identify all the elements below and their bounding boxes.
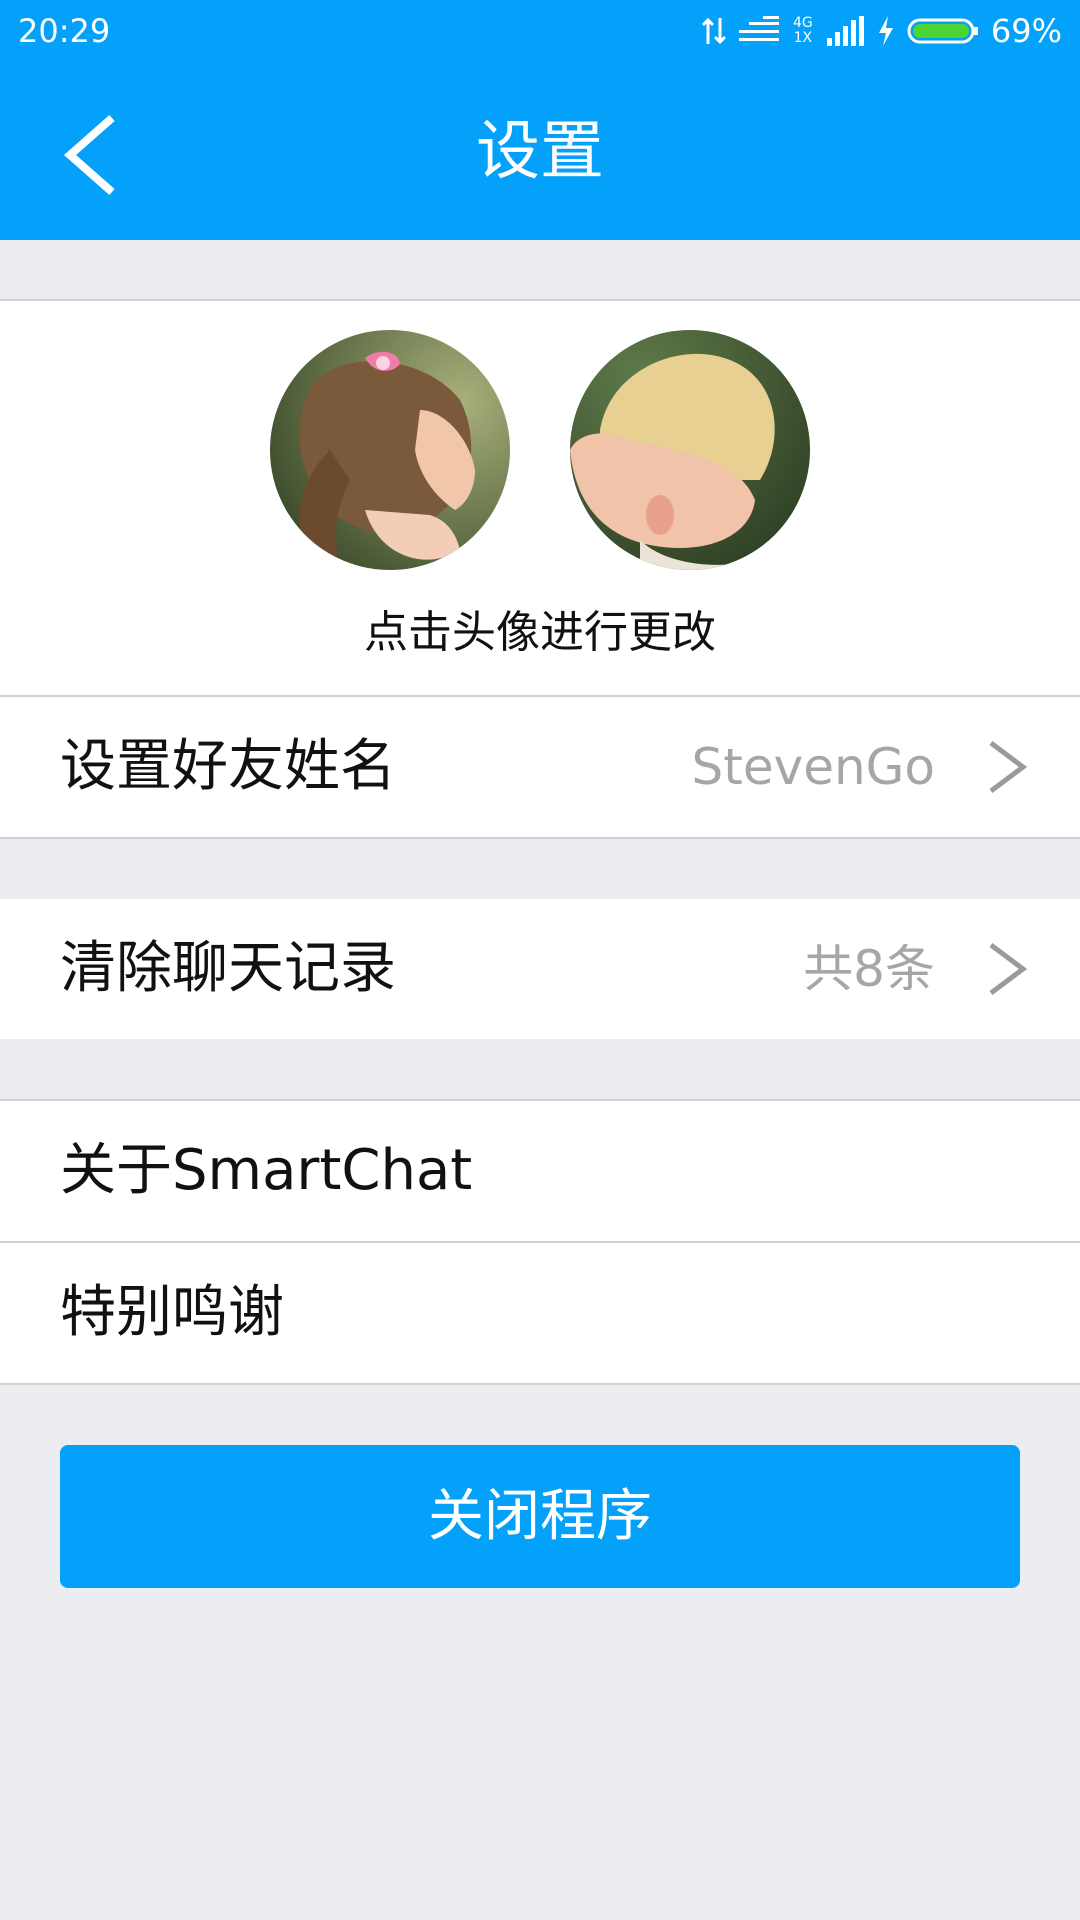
battery-percent: 69% — [990, 12, 1062, 50]
page-title: 设置 — [476, 115, 604, 189]
network-type-label: 4G 1X — [792, 15, 813, 46]
app-bar: 设置 — [0, 62, 1080, 240]
set-friend-name-row[interactable]: 设置好友姓名 StevenGo — [0, 697, 1080, 837]
charging-bolt-icon — [878, 16, 893, 46]
avatar-hint: 点击头像进行更改 — [364, 607, 716, 658]
battery-icon — [907, 18, 978, 44]
about-row[interactable]: 关于SmartChat — [0, 1101, 1080, 1241]
avatar-boy[interactable] — [570, 330, 810, 570]
avatar-boy-image — [570, 330, 810, 570]
divider — [0, 1383, 1080, 1385]
chat-history-count: 共8条 — [803, 940, 935, 998]
close-app-button[interactable]: 关闭程序 — [60, 1445, 1020, 1588]
status-bar: 20:29 4G 1X 69% — [0, 0, 1080, 62]
data-transfer-icon — [701, 17, 726, 45]
signal-1x-icon — [738, 16, 779, 41]
friend-name-value: StevenGo — [691, 738, 935, 796]
clear-chat-history-label: 清除聊天记录 — [60, 936, 396, 1001]
divider — [0, 837, 1080, 839]
special-thanks-row[interactable]: 特别鸣谢 — [0, 1243, 1080, 1383]
avatar-girl[interactable] — [270, 330, 510, 570]
avatar-girl-image — [270, 330, 510, 570]
chevron-right-icon — [989, 741, 1028, 793]
about-label: 关于SmartChat — [60, 1138, 473, 1203]
status-time: 20:29 — [18, 12, 111, 50]
clear-chat-history-row[interactable]: 清除聊天记录 共8条 — [0, 899, 1080, 1039]
set-friend-name-label: 设置好友姓名 — [60, 734, 396, 799]
chevron-right-icon — [989, 943, 1028, 995]
status-icons: 4G 1X 69% — [701, 12, 1062, 50]
signal-strength-icon — [826, 16, 864, 46]
special-thanks-label: 特别鸣谢 — [60, 1280, 284, 1345]
